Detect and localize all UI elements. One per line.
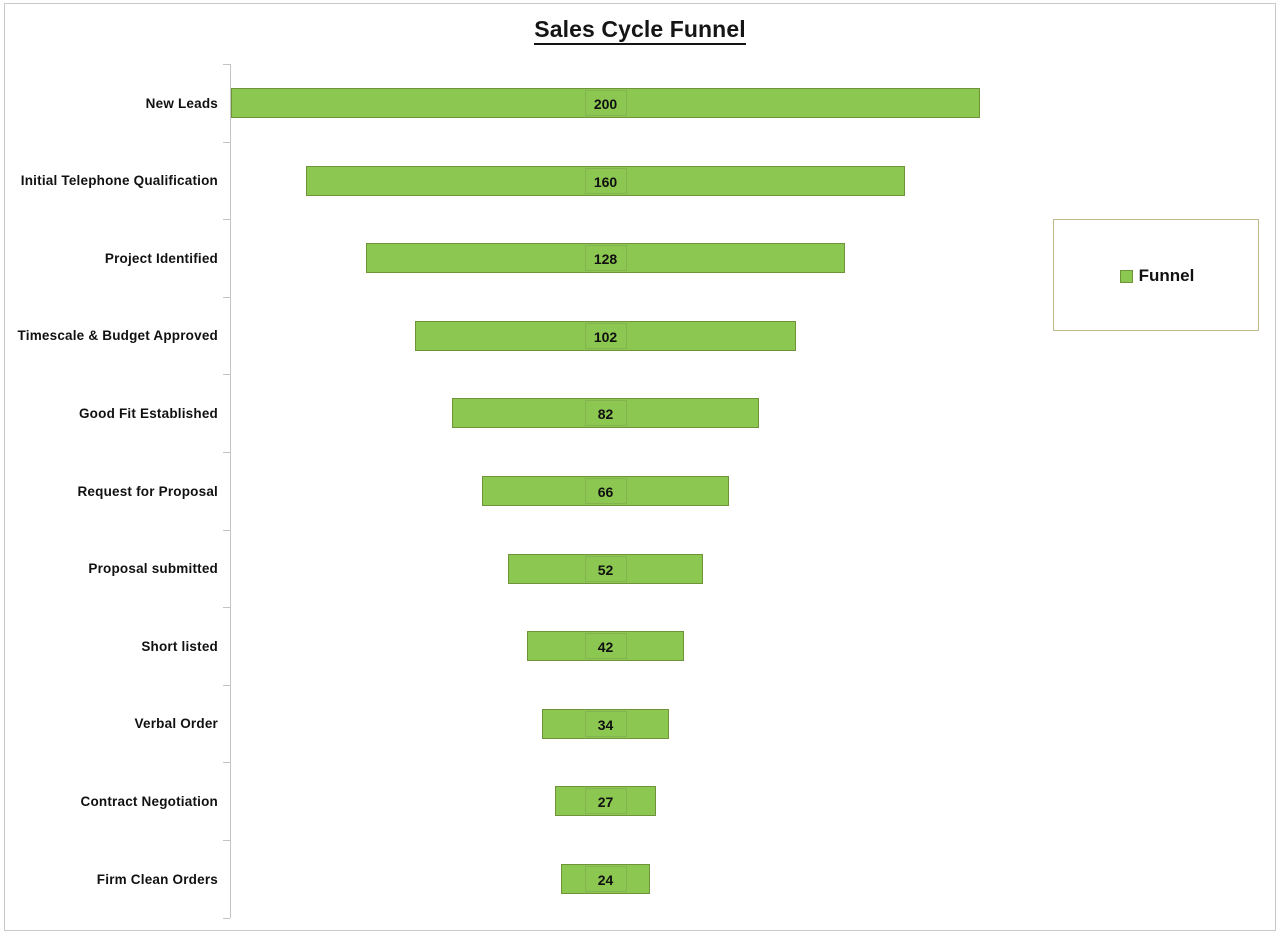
chart-category-row: Good Fit Established 82 bbox=[0, 374, 1280, 452]
bar-data-label: 102 bbox=[584, 322, 627, 349]
chart-category-row: Request for Proposal 66 bbox=[0, 452, 1280, 530]
legend-item-label: Funnel bbox=[1138, 266, 1195, 285]
bar-data-label: 52 bbox=[584, 555, 627, 582]
axis-tick-mark bbox=[223, 918, 230, 919]
legend: Funnel bbox=[1053, 219, 1259, 331]
category-axis-label: New Leads bbox=[145, 95, 218, 111]
chart-category-row: Firm Clean Orders 24 bbox=[0, 840, 1280, 918]
bar-data-label: 200 bbox=[584, 90, 627, 116]
plot-area: New Leads 200 Initial Telephone Qualificat… bbox=[0, 0, 1280, 935]
bar-data-label: 82 bbox=[584, 400, 627, 427]
chart-category-row: Short listed 42 bbox=[0, 607, 1280, 685]
legend-swatch-icon bbox=[1119, 269, 1133, 283]
funnel-chart: Sales Cycle Funnel New Leads 200 Initial T… bbox=[0, 0, 1280, 935]
chart-category-row: Proposal submitted 52 bbox=[0, 530, 1280, 608]
bar-data-label: 66 bbox=[584, 478, 627, 504]
category-axis-label: Short listed bbox=[141, 638, 218, 654]
chart-category-row: Verbal Order 34 bbox=[0, 685, 1280, 763]
bar-data-label: 34 bbox=[584, 710, 627, 737]
category-axis-label: Verbal Order bbox=[134, 716, 218, 732]
chart-category-row: Contract Negotiation 27 bbox=[0, 762, 1280, 840]
chart-category-row: New Leads 200 bbox=[0, 64, 1280, 142]
bar-data-label: 27 bbox=[584, 788, 627, 815]
category-axis-label: Initial Telephone Qualification bbox=[20, 173, 218, 189]
axis-tick-mark bbox=[223, 64, 230, 65]
chart-category-row: Initial Telephone Qualification 160 bbox=[0, 142, 1280, 220]
category-axis-label: Request for Proposal bbox=[77, 483, 218, 499]
bar-data-label: 128 bbox=[584, 245, 627, 272]
category-axis-label: Firm Clean Orders bbox=[96, 871, 218, 887]
category-axis-label: Good Fit Established bbox=[78, 405, 218, 421]
legend-entry-funnel[interactable]: Funnel bbox=[1054, 220, 1260, 332]
bar-data-label: 160 bbox=[584, 167, 627, 194]
category-axis-label: Proposal submitted bbox=[88, 561, 218, 577]
bar-data-label: 24 bbox=[584, 866, 627, 892]
bar-data-label: 42 bbox=[584, 633, 627, 660]
category-axis-label: Contract Negotiation bbox=[80, 793, 218, 809]
category-axis-label: Timescale & Budget Approved bbox=[17, 328, 218, 344]
category-axis-label: Project Identified bbox=[104, 250, 218, 266]
